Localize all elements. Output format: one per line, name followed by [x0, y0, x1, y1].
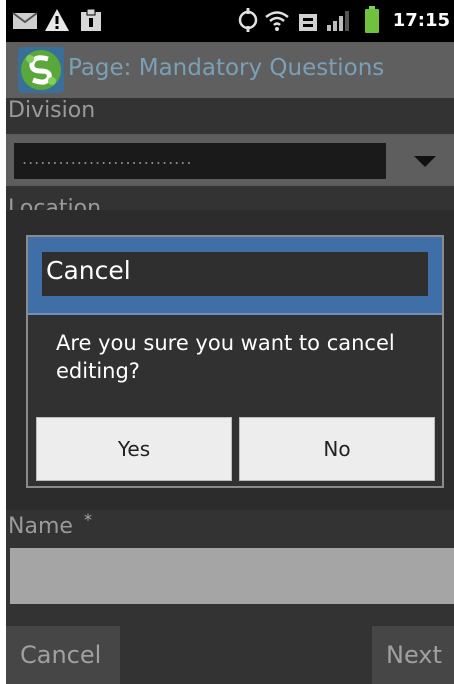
email-icon [12, 12, 38, 29]
status-bar: 17:15 [6, 0, 454, 42]
title-bar: Page: Mandatory Questions [6, 42, 454, 98]
app-logo-icon [18, 47, 64, 93]
clipboard-icon [81, 8, 101, 31]
chevron-down-icon[interactable] [414, 156, 436, 167]
name-input[interactable] [10, 548, 454, 604]
next-button[interactable]: Next [372, 626, 454, 684]
sync-icon [238, 8, 258, 32]
data-icon [299, 14, 317, 31]
dialog-title: Cancel [42, 252, 428, 296]
signal-icon [327, 11, 349, 31]
no-button[interactable]: No [239, 417, 435, 481]
division-value[interactable]: ............................ [14, 143, 386, 179]
page-title: Page: Mandatory Questions [68, 55, 385, 81]
dialog-message: Are you sure you want to cancel editing? [56, 331, 395, 383]
required-marker: * [84, 510, 92, 529]
dialog-header: Cancel [28, 237, 442, 313]
warning-icon [45, 9, 69, 31]
clock-time: 17:15 [392, 10, 450, 31]
cancel-confirm-dialog: Cancel Are you sure you want to cancel e… [26, 235, 444, 488]
battery-icon [365, 6, 379, 33]
phone-screen: 17:15 Page: Mandatory Questions Division… [6, 0, 454, 684]
name-label: Name [8, 514, 73, 539]
yes-button[interactable]: Yes [36, 417, 232, 481]
dialog-divider [28, 313, 442, 315]
division-label: Division [8, 98, 96, 123]
cancel-button[interactable]: Cancel [6, 626, 120, 684]
division-dropdown[interactable]: ............................ [6, 134, 454, 186]
wifi-icon [265, 11, 289, 31]
